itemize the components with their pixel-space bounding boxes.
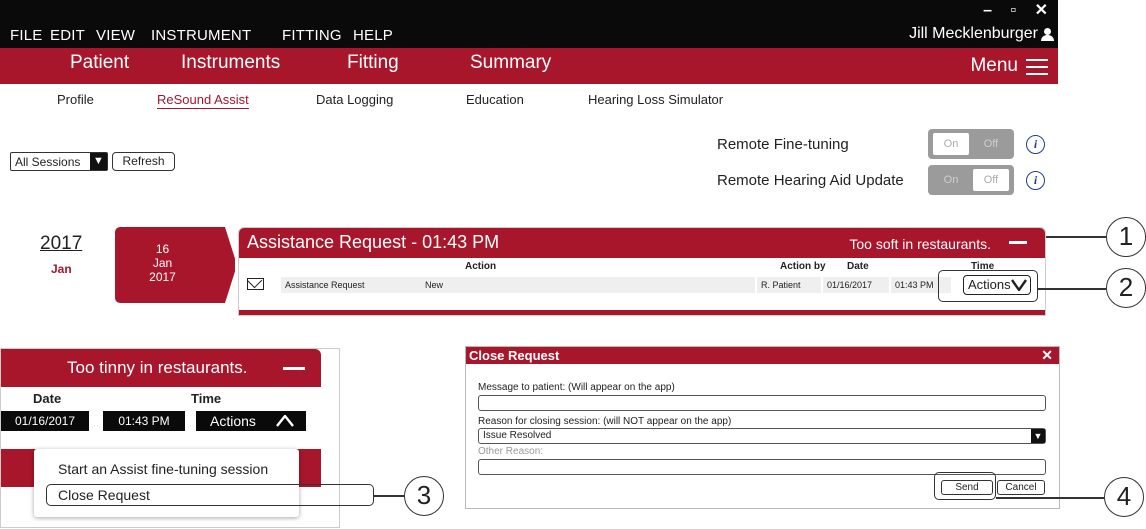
message-input[interactable]: [478, 395, 1046, 411]
chevron-up-icon: [276, 415, 294, 427]
request-footer: [239, 310, 1045, 315]
collapse-icon[interactable]: [283, 367, 305, 370]
toggle-on[interactable]: On: [933, 133, 969, 155]
dialog-title: Close Request: [469, 348, 560, 363]
column-date: Date: [847, 261, 869, 272]
row-date: 01/16/2017: [823, 277, 889, 293]
hamburger-icon[interactable]: [1026, 59, 1048, 75]
badge-year: 2017: [149, 270, 176, 284]
callout-4: 4: [1104, 477, 1144, 517]
main-nav: Patient Instruments Fitting Summary Menu: [0, 48, 1058, 84]
column-action: Action: [465, 261, 497, 272]
user-icon[interactable]: [1041, 28, 1054, 42]
remote-fine-tuning-toggle[interactable]: On Off: [928, 129, 1014, 159]
badge-month: Jan: [152, 256, 173, 270]
remote-update-toggle[interactable]: On Off: [928, 165, 1014, 195]
subtab-education[interactable]: Education: [466, 92, 524, 107]
reason-label: Reason for closing session: (will NOT ap…: [478, 416, 732, 427]
other-reason-label: Other Reason:: [478, 446, 544, 457]
inset-request-header: Too tinny in restaurants.: [1, 349, 321, 387]
callout-3: 3: [404, 476, 444, 516]
menu-fitting[interactable]: FITTING: [282, 27, 342, 44]
callout-highlight-send: [934, 472, 996, 500]
menu-item-start-assist[interactable]: Start an Assist fine-tuning session: [58, 461, 268, 477]
menu-file[interactable]: FILE: [10, 27, 42, 44]
chevron-down-icon: ▼: [90, 153, 107, 170]
inset-date: 01/16/2017: [1, 411, 89, 431]
row-status: New: [425, 280, 444, 290]
timeline-year[interactable]: 2017: [40, 233, 82, 255]
toggle-off[interactable]: Off: [973, 133, 1009, 155]
table-row: Assistance Request New R. Patient 01/16/…: [247, 273, 1037, 295]
toggle-on[interactable]: On: [933, 169, 969, 191]
timeline-month: Jan: [51, 262, 72, 276]
subtab-profile[interactable]: Profile: [57, 92, 94, 107]
dropdown-caret: [163, 439, 183, 449]
request-complaint: Too soft in restaurants.: [849, 236, 991, 252]
dialog-header: Close Request ✕: [466, 347, 1059, 364]
date-badge-text: 16 Jan 2017: [115, 242, 210, 284]
column-action-by: Action by: [780, 261, 826, 272]
callout-1: 1: [1106, 217, 1146, 257]
request-header: Assistance Request - 01:43 PM Too soft i…: [239, 228, 1045, 258]
sessions-select-value: All Sessions: [15, 155, 81, 169]
actions-button[interactable]: Actions: [196, 411, 306, 431]
close-window-icon[interactable]: ✕: [1035, 0, 1048, 20]
inset-complaint: Too tinny in restaurants.: [67, 358, 248, 377]
tab-instruments[interactable]: Instruments: [181, 52, 280, 74]
reason-select[interactable]: Issue Resolved ▼: [478, 428, 1046, 444]
menu-view[interactable]: VIEW: [96, 27, 135, 44]
menubar: FILE EDIT VIEW INSTRUMENT FITTING HELP –…: [0, 0, 1058, 48]
message-label: Message to patient: (Will appear on the …: [478, 382, 675, 393]
chevron-down-icon: ▼: [1031, 429, 1045, 443]
tab-fitting[interactable]: Fitting: [347, 52, 399, 74]
menu-help[interactable]: HELP: [353, 27, 393, 44]
sessions-select[interactable]: All Sessions ▼: [10, 152, 108, 171]
row-type-text: Assistance Request: [285, 280, 365, 290]
actions-label: Actions: [210, 413, 256, 429]
refresh-button[interactable]: Refresh: [112, 152, 175, 171]
callout-highlight-close-request: [46, 484, 374, 506]
menu-edit[interactable]: EDIT: [50, 27, 85, 44]
mail-icon: [247, 278, 264, 290]
menu-label[interactable]: Menu: [970, 55, 1018, 77]
callout-leader: [996, 497, 1104, 499]
remote-fine-tuning-label: Remote Fine-tuning: [717, 136, 849, 153]
callout-highlight-actions: [938, 270, 1038, 302]
callout-leader: [1046, 236, 1106, 238]
badge-day: 16: [155, 242, 170, 256]
actions-dropdown-menu: Start an Assist fine-tuning session Clos…: [34, 449, 299, 517]
inset-time-header: Time: [191, 391, 222, 406]
menu-instrument[interactable]: INSTRUMENT: [151, 27, 251, 44]
row-type: Assistance Request New: [281, 277, 755, 293]
date-badge[interactable]: 16 Jan 2017: [115, 227, 235, 303]
reason-value: Issue Resolved: [483, 430, 552, 441]
user-name[interactable]: Jill Mecklenburger: [909, 25, 1038, 43]
tab-summary[interactable]: Summary: [470, 52, 551, 74]
assistance-request-panel: Assistance Request - 01:43 PM Too soft i…: [238, 227, 1046, 316]
window-controls: – ▫ ✕: [969, 0, 1048, 20]
collapse-icon[interactable]: [1009, 241, 1027, 244]
subtab-data-logging[interactable]: Data Logging: [316, 92, 393, 107]
subtab-resound-assist[interactable]: ReSound Assist: [157, 92, 249, 109]
close-icon[interactable]: ✕: [1041, 347, 1053, 364]
remote-update-label: Remote Hearing Aid Update: [717, 172, 904, 189]
toggle-off[interactable]: Off: [973, 169, 1009, 191]
minimize-icon[interactable]: –: [983, 2, 992, 20]
table-row: 01/16/2017 01:43 PM Actions: [1, 407, 321, 435]
subtab-hearing-loss-simulator[interactable]: Hearing Loss Simulator: [588, 92, 723, 107]
cancel-button[interactable]: Cancel: [997, 480, 1045, 495]
request-title: Assistance Request - 01:43 PM: [247, 232, 500, 252]
callout-leader: [374, 495, 404, 497]
restore-icon[interactable]: ▫: [1010, 2, 1016, 20]
callout-leader: [1038, 288, 1106, 290]
info-icon[interactable]: i: [1026, 171, 1045, 190]
tab-patient[interactable]: Patient: [70, 52, 129, 74]
row-action-by: R. Patient: [757, 277, 821, 293]
inset-time: 01:43 PM: [103, 411, 185, 431]
inset-date-header: Date: [33, 391, 62, 406]
callout-2: 2: [1106, 268, 1146, 308]
info-icon[interactable]: i: [1026, 135, 1045, 154]
